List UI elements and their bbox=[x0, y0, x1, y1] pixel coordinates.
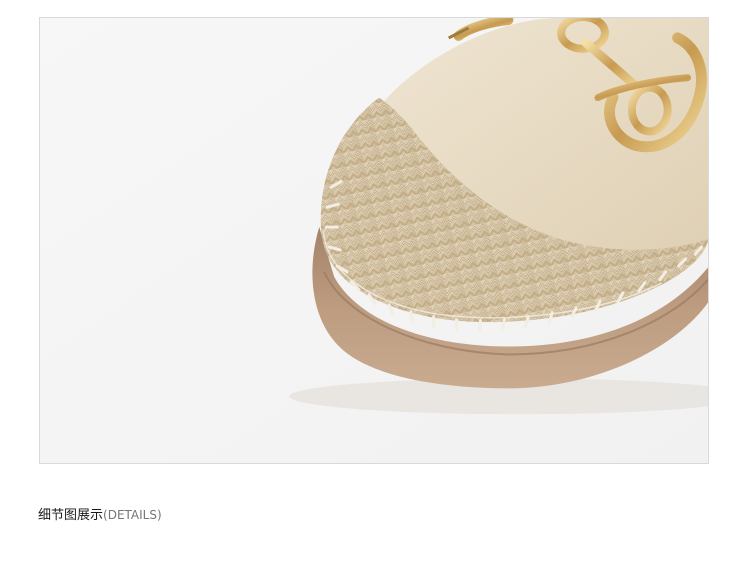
shoe-detail-illustration bbox=[40, 18, 708, 463]
detail-caption: 细节图展示(DETAILS) bbox=[38, 504, 162, 523]
caption-english: (DETAILS) bbox=[103, 508, 162, 522]
caption-chinese: 细节图展示 bbox=[38, 508, 104, 523]
product-detail-photo bbox=[39, 17, 709, 464]
